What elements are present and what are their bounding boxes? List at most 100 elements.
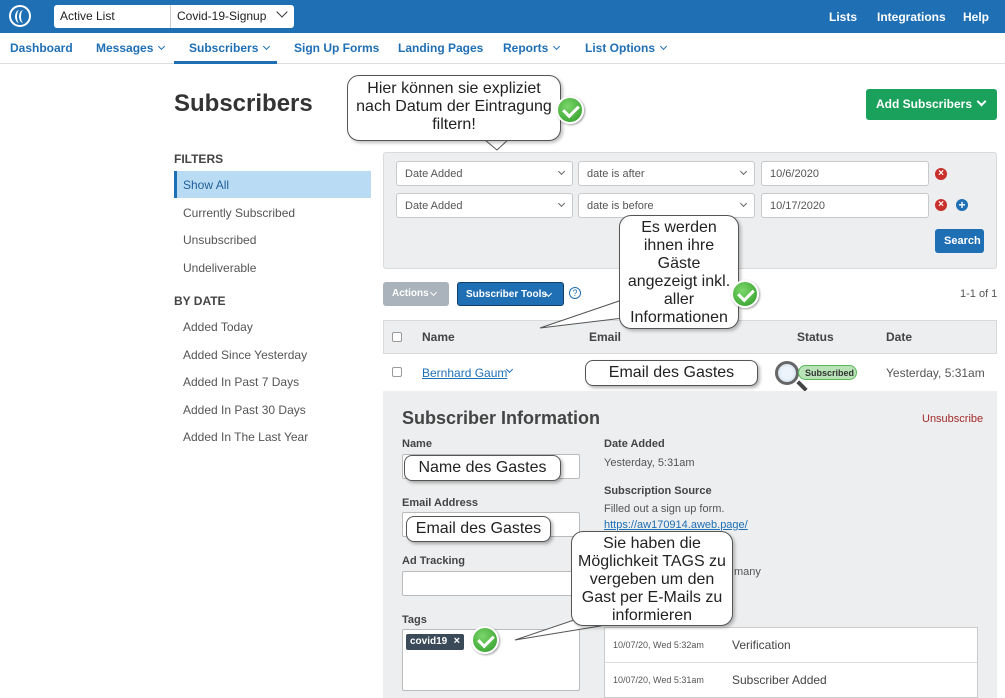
callout-line: Möglichkeit TAGS zu — [578, 553, 726, 570]
filter-value-input[interactable]: 10/6/2020 — [761, 161, 929, 186]
status-text: Subscribed — [805, 368, 855, 378]
callout-line: aller — [663, 291, 695, 308]
select-value: date is before — [587, 200, 654, 212]
ad-tracking-field[interactable] — [402, 571, 580, 596]
ad-tracking-label: Ad Tracking — [402, 555, 465, 567]
callout-line: nach Datum der Eintragung — [356, 98, 552, 115]
filter-label: Undeliverable — [183, 261, 257, 275]
add-subscribers-label: Add Subscribers — [876, 97, 973, 111]
filters-heading: FILTERS — [174, 152, 224, 166]
filter-field-select[interactable]: Date Added — [396, 193, 573, 218]
nav-subscribers[interactable]: Subscribers — [189, 41, 271, 55]
filter-value-input[interactable]: 10/17/2020 — [761, 193, 929, 218]
bydate-label: Added Since Yesterday — [183, 348, 308, 362]
select-all-checkbox[interactable] — [392, 332, 402, 342]
detail-title: Subscriber Information — [402, 408, 601, 428]
checkmark-icon — [471, 626, 499, 654]
top-link-integrations[interactable]: Integrations — [877, 10, 946, 24]
unsubscribe-link[interactable]: Unsubscribe — [922, 413, 983, 425]
checkmark-icon — [556, 96, 584, 124]
overlay-text: Email des Gastes — [608, 364, 735, 381]
subscription-source-link[interactable]: https://aw170914.aweb.page/ — [604, 519, 748, 531]
bydate-label: Added In Past 30 Days — [183, 403, 306, 417]
top-bar: Active List Covid-19-Signup Lists Integr… — [0, 0, 1005, 33]
nav-reports[interactable]: Reports — [503, 41, 561, 55]
date-added-value: Yesterday, 5:31am — [604, 457, 695, 469]
bydate-added-since-yesterday[interactable]: Added Since Yesterday — [174, 341, 371, 368]
chevron-down-icon — [429, 288, 438, 297]
active-list-label: Active List — [60, 9, 115, 23]
column-header-email[interactable]: Email — [589, 330, 621, 344]
filter-undeliverable[interactable]: Undeliverable — [174, 254, 371, 281]
filter-unsubscribed[interactable]: Unsubscribed — [174, 226, 371, 253]
bydate-added-past-7-days[interactable]: Added In Past 7 Days — [174, 368, 371, 395]
active-list-select[interactable]: Active List Covid-19-Signup — [54, 5, 294, 28]
overlay-text: Name des Gastes — [418, 459, 547, 476]
subscription-source-text: Filled out a sign up form. — [604, 503, 725, 515]
chevron-down-icon — [557, 199, 566, 208]
filter-label: Show All — [183, 178, 230, 192]
history-event: Verification — [732, 638, 791, 652]
help-icon[interactable]: ? — [569, 287, 581, 299]
bydate-added-last-year[interactable]: Added In The Last Year — [174, 423, 371, 450]
bydate-added-today[interactable]: Added Today — [174, 313, 371, 340]
chevron-down-icon — [263, 42, 271, 51]
tools-label: Subscriber Tools — [466, 289, 547, 300]
actions-button[interactable]: Actions — [383, 282, 449, 306]
chevron-down-icon — [276, 6, 288, 18]
bydate-label: Added Today — [183, 320, 253, 334]
aweber-logo-icon[interactable] — [9, 5, 31, 27]
main-nav: Dashboard Messages Subscribers Sign Up F… — [0, 33, 1005, 64]
filter-label: Currently Subscribed — [183, 206, 296, 220]
checkmark-icon — [731, 280, 759, 308]
search-label: Search — [944, 235, 981, 247]
remove-filter-icon[interactable]: × — [935, 168, 947, 180]
column-header-name[interactable]: Name — [422, 330, 455, 344]
nav-landing-pages[interactable]: Landing Pages — [398, 41, 483, 55]
callout-line: angezeigt inkl. — [627, 273, 731, 290]
annotation-callout-guests: Es werden ihnen ihre Gäste angezeigt ink… — [619, 215, 739, 329]
chevron-down-icon — [739, 167, 748, 176]
nav-list-options[interactable]: List Options — [585, 41, 668, 55]
date-added-label: Date Added — [604, 438, 665, 450]
nav-messages[interactable]: Messages — [96, 41, 166, 55]
bydate-label: Added In The Last Year — [183, 430, 309, 444]
subscriber-name-link[interactable]: Bernhard Gaum — [422, 366, 507, 380]
row-checkbox[interactable] — [392, 367, 402, 377]
callout-line: ihnen ihre — [643, 237, 715, 254]
callout-line: Es werden — [641, 219, 717, 236]
subscriber-tools-button[interactable]: Subscriber Tools — [457, 282, 564, 306]
row-date: Yesterday, 5:31am — [886, 366, 985, 380]
callout-line: Informationen — [630, 309, 728, 326]
search-button[interactable]: Search — [935, 229, 984, 253]
callout-line: Gäste — [657, 255, 701, 272]
nav-dashboard[interactable]: Dashboard — [10, 41, 73, 55]
remove-filter-icon[interactable]: × — [935, 199, 947, 211]
overlay-text: Email des Gastes — [415, 520, 542, 537]
filter-currently-subscribed[interactable]: Currently Subscribed — [174, 199, 371, 226]
callout-line: Hier können sie expliziet — [367, 80, 541, 97]
chevron-down-icon — [976, 96, 987, 107]
add-filter-icon[interactable]: + — [956, 199, 968, 211]
filter-operator-select[interactable]: date is after — [578, 161, 755, 186]
status-badge: Subscribed — [798, 365, 857, 380]
nav-sign-up-forms[interactable]: Sign Up Forms — [294, 41, 379, 55]
select-value: Date Added — [405, 200, 463, 212]
filter-show-all[interactable]: Show All — [174, 171, 371, 198]
input-value: 10/17/2020 — [770, 200, 826, 212]
bydate-added-past-30-days[interactable]: Added In Past 30 Days — [174, 396, 371, 423]
add-subscribers-button[interactable]: Add Subscribers — [866, 89, 997, 120]
remove-tag-icon[interactable]: × — [454, 635, 460, 647]
annotation-callout-filter: Hier können sie expliziet nach Datum der… — [347, 75, 561, 141]
page-title: Subscribers — [174, 90, 313, 117]
chevron-down-icon — [739, 199, 748, 208]
top-link-lists[interactable]: Lists — [829, 10, 857, 24]
top-link-help[interactable]: Help — [963, 10, 989, 24]
column-header-status[interactable]: Status — [797, 330, 834, 344]
filter-label: Unsubscribed — [183, 233, 257, 247]
tags-label: Tags — [402, 614, 427, 626]
name-overlay-label: Name des Gastes — [404, 455, 561, 481]
filter-field-select[interactable]: Date Added — [396, 161, 573, 186]
column-header-date[interactable]: Date — [886, 330, 912, 344]
chevron-down-icon — [553, 42, 561, 51]
